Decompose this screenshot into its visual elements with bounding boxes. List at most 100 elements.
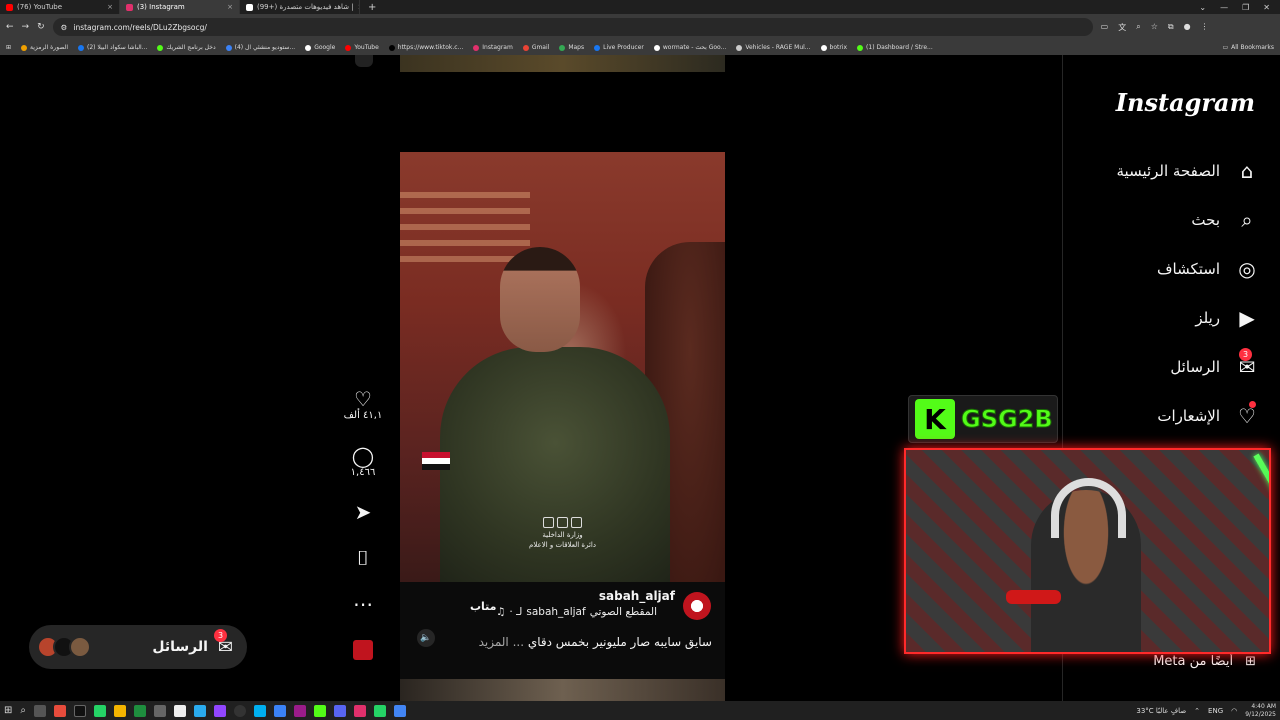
nav-item-messenger[interactable]: ✉ 3 الرسائل (1170, 348, 1260, 380)
bookmark-item[interactable]: Maps (559, 44, 584, 51)
language-indicator[interactable]: ENG (1208, 707, 1223, 715)
led-strip (1253, 453, 1269, 596)
comment-button[interactable]: ◯ ١,٤٦٦ (340, 445, 386, 478)
nav-item-reels[interactable]: ▶ ريلز (1195, 305, 1260, 331)
author-username[interactable]: sabah_aljaf (599, 589, 675, 603)
share-button[interactable]: ➤ (340, 501, 386, 523)
app-icon[interactable] (334, 704, 346, 717)
audio-user: sabah_aljaf (526, 606, 586, 618)
bookmark-item[interactable]: YouTube (345, 44, 379, 51)
instagram-logo[interactable]: Instagram (1116, 88, 1255, 117)
app-icon[interactable] (174, 704, 186, 717)
weather-text[interactable]: 33°C صافٍ عالبًا (1136, 707, 1186, 715)
chrome-icon[interactable] (114, 704, 126, 717)
app-icon[interactable] (154, 704, 166, 717)
nav-item-compass[interactable]: ◎ استكشاف (1157, 256, 1260, 282)
app-icon[interactable] (54, 704, 66, 717)
messenger-icon: ✉ 3 (214, 628, 233, 658)
translate-icon[interactable]: 文 (1118, 22, 1126, 33)
reel-video[interactable]: وزارة الداخلية دائرة العلاقات و الاعلام (400, 152, 725, 582)
audio-thumbnail[interactable] (340, 640, 386, 663)
close-window-icon[interactable]: ✕ (1263, 3, 1270, 12)
minimize-icon[interactable]: — (1220, 3, 1228, 12)
obs-icon[interactable] (234, 704, 246, 717)
star-icon[interactable]: ☆ (1151, 22, 1158, 33)
windows-start-icon[interactable]: ⊞ (4, 705, 12, 716)
bookmark-item[interactable]: Vehicles - RAGE Mul... (736, 44, 811, 51)
bookmark-item[interactable]: دخل برنامج الشريك (157, 44, 216, 51)
app-icon[interactable] (374, 704, 386, 717)
bookmark-item[interactable]: Instagram (473, 44, 513, 51)
wifi-icon[interactable]: ◠ (1231, 707, 1237, 715)
forward-icon[interactable]: → (22, 22, 30, 32)
like-button[interactable]: ♡ ٤١,١ ألف (340, 388, 386, 421)
bookmark-item[interactable]: Gmail (522, 44, 549, 51)
bookmark-item[interactable]: botrix (820, 44, 847, 51)
nav-item-home[interactable]: ⌂ الصفحة الرئيسية (1117, 158, 1261, 184)
zoom-icon[interactable]: ⌕ (1136, 22, 1140, 33)
bookmark-item[interactable]: Live Producer (594, 44, 644, 51)
folder-icon: ▭ (1222, 44, 1229, 51)
extensions-icon[interactable]: ⧉ (1168, 22, 1174, 33)
app-icon[interactable] (74, 704, 86, 717)
menu-icon[interactable]: ⋮ (1201, 22, 1209, 33)
previous-reel-avatar[interactable] (355, 55, 373, 67)
app-icon[interactable] (274, 704, 286, 717)
profile-avatar[interactable]: ● (1184, 22, 1191, 33)
bookmark-item[interactable]: (2) الباشا سكواد البيلا... (78, 44, 147, 51)
whatsapp-icon[interactable] (94, 704, 106, 717)
app-icon[interactable] (354, 704, 366, 717)
task-view-icon[interactable] (34, 704, 46, 717)
tab-youtube[interactable]: (76) YouTube × (0, 0, 120, 14)
bookmark-item[interactable]: (1) Dashboard / Stre... (857, 44, 933, 51)
close-icon[interactable]: × (227, 3, 233, 11)
window-blind (400, 240, 530, 246)
app-icon[interactable] (134, 704, 146, 717)
also-from-meta[interactable]: ⊞ أيضًا من Meta (1153, 654, 1256, 669)
messages-pill[interactable]: الرسائل ✉ 3 (29, 625, 247, 669)
chevron-down-icon[interactable]: ⌄ (1199, 3, 1206, 12)
bookmark-favicon (225, 44, 232, 51)
more-options-button[interactable]: ⋯ (340, 593, 386, 615)
previous-reel-preview[interactable] (400, 55, 725, 72)
new-tab-button[interactable]: + (360, 2, 384, 13)
reload-icon[interactable]: ↻ (37, 22, 45, 32)
bookmark-item[interactable]: https://www.tiktok.c... (388, 44, 463, 51)
back-icon[interactable]: ← (6, 22, 14, 32)
all-bookmarks[interactable]: ▭ All Bookmarks (1222, 44, 1274, 51)
app-icon[interactable] (314, 704, 326, 717)
app-icon[interactable] (254, 704, 266, 717)
bookmark-item[interactable]: Google (305, 44, 335, 51)
chrome-icon[interactable] (394, 704, 406, 717)
app-icon[interactable] (294, 704, 306, 717)
cast-icon[interactable]: ▭ (1101, 22, 1109, 33)
volume-icon[interactable]: 🔈 (417, 629, 435, 647)
audio-info[interactable]: المقطع الصوتي sabah_aljaf لـ · ♫ (496, 606, 676, 618)
next-reel-preview[interactable] (400, 679, 725, 701)
apps-grid-icon[interactable]: ⊞ (6, 44, 11, 51)
close-icon[interactable]: × (107, 3, 113, 11)
video-watermark: وزارة الداخلية دائرة العلاقات و الاعلام (520, 517, 605, 550)
reel-caption[interactable]: سايق سايبه صار مليونير بخمس دقاي ... الم… (470, 635, 712, 649)
author-avatar[interactable] (683, 592, 711, 620)
clock[interactable]: 4:40 AM 9/12/2025 (1245, 703, 1276, 719)
nav-item-heart[interactable]: ♡ الإشعارات (1157, 401, 1260, 429)
bookmark-item[interactable]: (4) ستوديو منشئي ال... (225, 44, 295, 51)
url-field[interactable]: ⚙ instagram.com/reels/DLu2Zbgsocg/ (52, 18, 1093, 36)
telegram-icon[interactable] (194, 704, 206, 717)
chevron-up-icon[interactable]: ⌃ (1194, 707, 1200, 715)
save-button[interactable]: ⌷ (340, 547, 386, 569)
more-link[interactable]: ... المزيد (479, 635, 524, 649)
nav-item-search[interactable]: ⌕ بحث (1191, 207, 1260, 233)
tab-tiktok[interactable]: (99+) شاهد فيديوهات متصدرة | × (240, 0, 360, 14)
tab-instagram[interactable]: (3) Instagram × (120, 0, 240, 14)
maximize-icon[interactable]: ❐ (1242, 3, 1249, 12)
bookmark-item[interactable]: wormate - بحث Goo... (653, 44, 726, 51)
search-icon[interactable]: ⌕ (20, 705, 26, 716)
bookmark-item[interactable]: الصورة الرمزية (21, 44, 68, 51)
site-info-icon[interactable]: ⚙ (61, 23, 68, 32)
follow-button[interactable]: متاب (470, 600, 497, 613)
bookmark-favicon (78, 44, 84, 51)
app-icon[interactable] (214, 704, 226, 717)
apps-icon: ⊞ (1245, 654, 1256, 669)
